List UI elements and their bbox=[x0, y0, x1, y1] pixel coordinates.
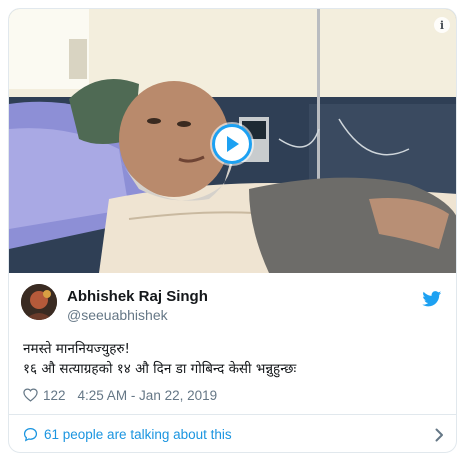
tweet-card[interactable]: i Abhishek Raj Singh @seeuabhishek नमस्त… bbox=[8, 8, 457, 453]
tweet-meta: 122 4:25 AM - Jan 22, 2019 bbox=[23, 385, 217, 405]
chevron-right-icon[interactable] bbox=[435, 428, 444, 442]
author-name[interactable]: Abhishek Raj Singh bbox=[67, 288, 208, 305]
speech-bubble-icon bbox=[23, 427, 38, 442]
tweet-text-line: १६ औ सत्याग्रहको १४ औ दिन डा गोबिन्द केस… bbox=[23, 361, 297, 377]
info-icon[interactable]: i bbox=[434, 17, 450, 33]
avatar[interactable] bbox=[21, 284, 57, 320]
play-button[interactable] bbox=[212, 124, 252, 164]
twitter-bird-icon[interactable] bbox=[422, 291, 442, 307]
like-count[interactable]: 122 bbox=[43, 388, 66, 403]
author-handle[interactable]: @seeuabhishek bbox=[67, 307, 168, 323]
info-glyph: i bbox=[439, 18, 445, 32]
heart-icon[interactable] bbox=[23, 388, 38, 402]
conversation-link[interactable]: 61 people are talking about this bbox=[9, 415, 456, 452]
tweet-text: नमस्ते माननियज्युहरु! १६ औ सत्याग्रहको १… bbox=[23, 339, 443, 379]
tweet-text-line: नमस्ते माननियज्युहरु! bbox=[23, 341, 130, 357]
tweet-timestamp[interactable]: 4:25 AM - Jan 22, 2019 bbox=[78, 388, 218, 403]
conversation-label[interactable]: 61 people are talking about this bbox=[44, 427, 232, 442]
tweet-video[interactable]: i bbox=[9, 9, 456, 273]
avatar-icon bbox=[21, 284, 57, 320]
play-icon bbox=[227, 136, 239, 152]
